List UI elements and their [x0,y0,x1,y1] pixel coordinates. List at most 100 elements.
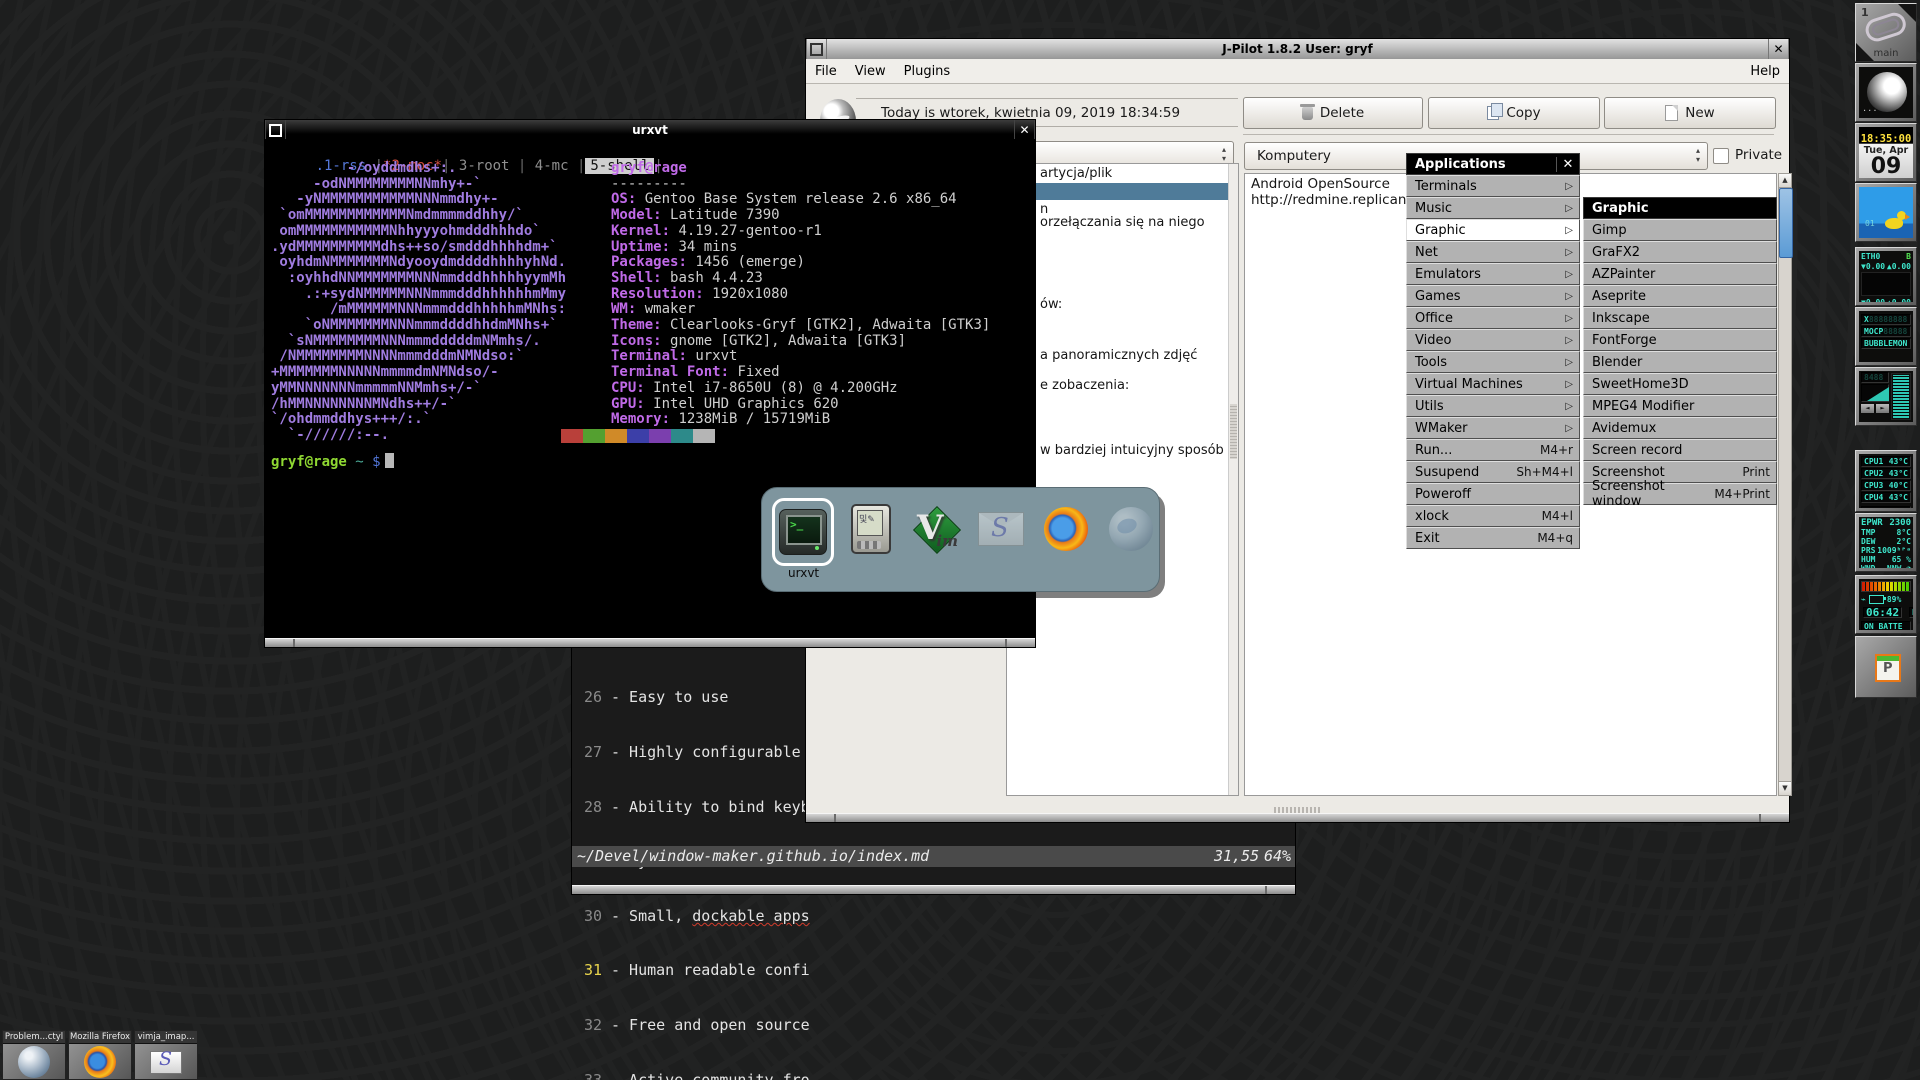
switcher-slot-firefox[interactable] [1038,498,1094,560]
graphic-submenu: Graphic Gimp GraFX2 AZPainter Aseprite I… [1583,197,1777,505]
list-row[interactable]: e zobaczenia: [1040,378,1129,393]
dock-clock-app[interactable]: 18:35:00 Tue, Apr 09 [1855,123,1917,182]
scroll-up-icon[interactable]: ▲ [1779,174,1791,188]
menu-item-run[interactable]: Run...M4+r [1406,439,1580,461]
urxvt-titlebar[interactable]: urxvt ✕ [265,120,1035,140]
menu-item-exit[interactable]: ExitM4+q [1406,527,1580,549]
switcher-slot-urxvt[interactable]: >_ [772,498,834,566]
miniwindow-mail[interactable]: vimja_imap... S [134,1030,198,1080]
menu-item-wmaker[interactable]: WMaker▷ [1406,417,1580,439]
menu-item-azpainter[interactable]: AZPainter [1583,263,1777,285]
memo-list[interactable]: artycja/plik n orzełączania się na niego… [1006,163,1239,796]
dock-lcd-status-app[interactable]: X88888888 MOCP88888 BUBBLEMON [1855,307,1917,366]
list-row[interactable]: artycja/plik [1040,166,1112,181]
menu-item-gimp[interactable]: Gimp [1583,219,1777,241]
list-row[interactable]: a panoramicznych zdjęć [1040,348,1197,363]
dock-temperature-monitor[interactable]: CPU143°C CPU243°C CPU340°C CPU443°C GPU3… [1855,450,1917,512]
copy-button[interactable]: Copy [1428,97,1600,129]
scroll-down-icon[interactable]: ▼ [1779,781,1791,795]
menu-file[interactable]: File [806,64,846,79]
shell-prompt: gryf@rage ~ $ [271,453,394,470]
menu-item-net[interactable]: Net▷ [1406,241,1580,263]
list-scrollbar[interactable] [1228,164,1238,795]
menu-item-virtual-machines[interactable]: Virtual Machines▷ [1406,373,1580,395]
graphic-submenu-title[interactable]: Graphic [1583,197,1777,219]
dock-weather-app[interactable]: EPWR2300 TMP8°C DEW2°C PRS1009ʰᴾᵃ HUM65 … [1855,513,1917,572]
jpilot-titlebar[interactable]: J-Pilot 1.8.2 User: gryf ✕ [806,39,1789,59]
app-switcher-panel: >_ Vim S urxvt [761,487,1160,592]
menu-item-screen-record[interactable]: Screen record [1583,439,1777,461]
menu-item-aseprite[interactable]: Aseprite [1583,285,1777,307]
switcher-slot-mail[interactable]: S [973,498,1029,560]
list-row[interactable]: w bardziej intuicyjny sposób d [1040,443,1236,458]
menu-item-avidemux[interactable]: Avidemux [1583,417,1777,439]
net-graph [1861,272,1911,296]
menu-plugins[interactable]: Plugins [895,64,960,79]
list-row[interactable]: ów: [1040,297,1062,312]
close-button[interactable]: ✕ [1768,39,1789,59]
menu-item-xlock[interactable]: xlockM4+l [1406,505,1580,527]
spinner-icon[interactable]: ▴▾ [1222,145,1226,163]
menu-item-tools[interactable]: Tools▷ [1406,351,1580,373]
volume-wedge[interactable] [1861,384,1889,402]
menu-item-poweroff[interactable]: Poweroff [1406,483,1580,505]
menu-item-emulators[interactable]: Emulators▷ [1406,263,1580,285]
close-button[interactable]: ✕ [1014,120,1035,140]
jpilot-resizebar[interactable] [806,813,1789,822]
switcher-slot-vim[interactable]: Vim [908,498,964,560]
menu-item-sweethome3d[interactable]: SweetHome3D [1583,373,1777,395]
mixer-next-button[interactable]: ► [1876,404,1889,413]
spinner-icon[interactable]: ▴▾ [1696,146,1700,164]
switcher-slot-jpilot[interactable] [843,498,899,560]
applications-menu-title[interactable]: Applications ✕ [1406,153,1580,175]
dock-mixer-app[interactable]: 8488 ◄► [1855,367,1917,426]
new-button[interactable]: New [1604,97,1776,129]
menu-item-blender[interactable]: Blender [1583,351,1777,373]
scrollbar-thumb[interactable] [1779,188,1793,258]
close-icon[interactable]: ✕ [1556,157,1579,172]
menu-item-terminals[interactable]: Terminals▷ [1406,175,1580,197]
menu-item-office[interactable]: Office▷ [1406,307,1580,329]
text-cursor [385,453,394,468]
selected-row[interactable] [1007,183,1238,200]
dock-bubblemon-app[interactable]: 01 [1855,183,1917,242]
menu-item-utils[interactable]: Utils▷ [1406,395,1580,417]
menu-help[interactable]: Help [1741,64,1789,79]
menu-item-inkscape[interactable]: Inkscape [1583,307,1777,329]
neofetch-ascii-art: -/oyddmdhs+:. -odNMMMMMMMMNNmhy+-` -yNMM… [271,161,566,444]
delete-button[interactable]: Delete [1243,97,1423,129]
menu-item-graphic[interactable]: Graphic▷ [1406,219,1580,241]
menu-item-music[interactable]: Music▷ [1406,197,1580,219]
chevron-right-icon: ▷ [1565,203,1573,214]
menu-item-screenshot-window[interactable]: Screenshot windowM4+Print [1583,483,1777,505]
memo-scrollbar[interactable]: ▲ ▼ [1778,173,1792,796]
dock-phase-app[interactable]: ··· [1855,63,1917,122]
menu-item-fontforge[interactable]: FontForge [1583,329,1777,351]
dock-network-monitor[interactable]: ETH0B ▼0.00▲0.00 ▼0.00▲0.00 [1855,247,1917,306]
menu-view[interactable]: View [846,64,895,79]
menu-item-video[interactable]: Video▷ [1406,329,1580,351]
menu-item-grafx2[interactable]: GraFX2 [1583,241,1777,263]
menu-item-suspend[interactable]: SusupendSh+M4+l [1406,461,1580,483]
private-checkbox[interactable] [1713,148,1729,164]
urxvt-resizebar[interactable] [265,638,1035,647]
switcher-slot-browser[interactable] [1103,498,1159,560]
vim-resizebar[interactable] [572,885,1295,894]
chevron-right-icon: ▷ [1565,379,1573,390]
miniwindow-problem[interactable]: Problem...ctyl [2,1030,66,1080]
list-row[interactable]: orzełączania się na niego [1040,215,1205,230]
new-document-icon [1665,105,1678,121]
miniaturize-button[interactable] [265,120,286,140]
menu-item-mpeg4-modifier[interactable]: MPEG4 Modifier [1583,395,1777,417]
scrollbar-thumb[interactable] [1230,404,1237,459]
jpilot-menubar: File View Plugins Help [806,59,1789,84]
dock-clip-workspace[interactable]: 1 main [1855,3,1917,62]
miniaturize-button[interactable] [806,39,827,59]
miniwindow-firefox[interactable]: Mozilla Firefox [68,1030,132,1080]
clip-arrow-icon[interactable] [1898,4,1916,22]
menu-item-games[interactable]: Games▷ [1406,285,1580,307]
dock-launcher-p[interactable]: P [1855,636,1917,698]
mixer-prev-button[interactable]: ◄ [1861,404,1874,413]
dock-battery-monitor[interactable]: ⌁89% 06:42B1 ON BATTE [1855,575,1917,634]
vim-scroll-percent: 64% [1264,846,1291,867]
